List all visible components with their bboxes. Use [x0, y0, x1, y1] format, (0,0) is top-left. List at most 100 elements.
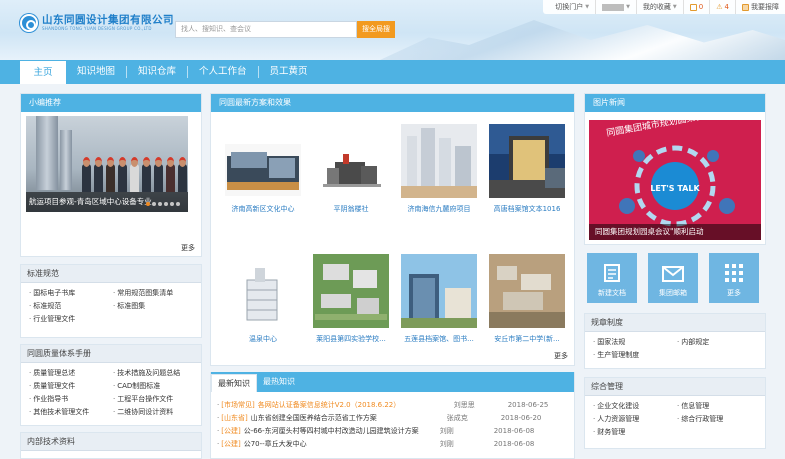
notification-b[interactable]: ⚠ 4 — [710, 0, 736, 14]
switch-portal-menu[interactable]: 切换门户 ▼ — [549, 0, 597, 14]
news-title[interactable]: 公70--章丘大发中心 — [244, 439, 440, 449]
notification-a-count: 0 — [698, 3, 704, 11]
slide-indicators — [146, 202, 180, 206]
news-title[interactable]: 山东省创建全国医养结合示范省工作方案 — [251, 413, 447, 423]
project-card[interactable]: 高唐档案馆文本1016 — [483, 124, 571, 246]
list-item[interactable]: · [公建] 公-66-东河厘头村等四村城中村改造动儿园建筑设计方案 刘刚 20… — [211, 424, 574, 437]
list-item[interactable]: 生产管理制度 — [593, 350, 677, 360]
list-item[interactable]: 国标电子书库 — [29, 288, 113, 298]
list-item[interactable]: CAD制图标准 — [113, 381, 197, 391]
list-item[interactable]: 作业指导书 — [29, 394, 113, 404]
project-card[interactable]: 温泉中心 — [219, 254, 307, 376]
switch-portal-label: 切换门户 — [555, 3, 584, 11]
project-card[interactable]: 莱阳县第四实验学校... — [307, 254, 395, 376]
banner-badge: LET'S TALK — [650, 184, 700, 193]
list-item[interactable]: 常用规范图集清单 — [113, 288, 197, 298]
news-title[interactable]: 各网站认证备案信息统计V2.0（2018.6.22） — [258, 400, 454, 410]
slide-dot[interactable] — [146, 202, 150, 206]
nav-tab-directory[interactable]: 员工黄页 — [259, 60, 319, 84]
more-tile[interactable]: 更多 — [709, 253, 759, 303]
list-item[interactable]: 工程平台操作文件 — [113, 394, 197, 404]
notification-a[interactable]: 0 — [684, 0, 711, 14]
list-item[interactable]: 财务管理 — [593, 427, 677, 437]
project-image[interactable] — [489, 254, 565, 328]
recommend-title: 小编推荐 — [21, 94, 201, 112]
project-image[interactable] — [401, 254, 477, 328]
project-image[interactable] — [225, 254, 301, 328]
main-nav: 主页 知识地图 知识仓库 个人工作台 员工黄页 — [0, 60, 785, 84]
list-item[interactable]: · [市场常见] 各网站认证备案信息统计V2.0（2018.6.22） 刘思思 … — [211, 398, 574, 411]
knowledge-list: · [市场常见] 各网站认证备案信息统计V2.0（2018.6.22） 刘思思 … — [211, 398, 574, 450]
search-button[interactable]: 搜全局搜 — [357, 21, 395, 38]
list-item[interactable]: 质量管理总述 — [29, 368, 113, 378]
news-date: 2018-06-20 — [500, 413, 542, 422]
list-item[interactable]: 信息管理 — [677, 401, 761, 411]
building-graphic — [60, 130, 72, 190]
project-image[interactable] — [225, 144, 301, 196]
slide-dot[interactable] — [158, 202, 162, 206]
list-item[interactable]: 行业管理文件 — [29, 314, 113, 324]
project-image[interactable] — [313, 124, 389, 198]
list-item[interactable]: · [公建] 公70--章丘大发中心 刘刚 2018-06-08 — [211, 437, 574, 450]
list-item[interactable]: · [山东省] 山东省创建全国医养结合示范省工作方案 张成克 2018-06-2… — [211, 411, 574, 424]
project-image[interactable] — [489, 124, 565, 198]
new-document-tile[interactable]: 新建文档 — [587, 253, 637, 303]
list-item[interactable]: 质量管理文件 — [29, 381, 113, 391]
recommend-more-link[interactable]: 更多 — [181, 243, 195, 253]
project-title[interactable]: 高唐档案馆文本1016 — [483, 204, 571, 214]
list-item[interactable]: 企业文化建设 — [593, 401, 677, 411]
list-item[interactable]: 二维协同设计资料 — [113, 407, 197, 417]
list-item[interactable]: 人力资源管理 — [593, 414, 677, 424]
nav-tab-knowledge-repo[interactable]: 知识仓库 — [127, 60, 187, 84]
list-item[interactable]: 内部规定 — [677, 337, 761, 347]
favorites-menu[interactable]: 我的收藏 ▼ — [637, 0, 684, 14]
list-item[interactable]: 标准图集 — [113, 301, 197, 311]
list-item[interactable]: 国家法规 — [593, 337, 677, 347]
latest-more-link[interactable]: 更多 — [554, 351, 568, 361]
recommend-slide-image[interactable]: 航运项目参观-青岛区域中心设备专业 — [26, 116, 188, 212]
slide-dot[interactable] — [152, 202, 156, 206]
list-item[interactable]: 技术措施及问题总结 — [113, 368, 197, 378]
project-title[interactable]: 济南海信九麓府项目 — [395, 204, 483, 214]
project-card[interactable]: 济南海信九麓府项目 — [395, 124, 483, 246]
slide-dot[interactable] — [170, 202, 174, 206]
project-title[interactable]: 温泉中心 — [219, 334, 307, 344]
project-title[interactable]: 安丘市第二中学(新... — [483, 334, 571, 344]
project-title[interactable]: 莱阳县第四实验学校... — [307, 334, 395, 344]
company-logo[interactable]: 山东同圆设计集团有限公司 SHANDONG TONG YUAN DESIGN G… — [20, 14, 174, 32]
project-card[interactable]: 平阴翁楼社 — [307, 124, 395, 246]
news-date: 2018-06-25 — [507, 400, 549, 409]
list-item[interactable]: 其他技术管理文件 — [29, 407, 113, 417]
slide-dot[interactable] — [164, 202, 168, 206]
document-icon — [604, 264, 620, 282]
bullet-icon: · — [217, 400, 220, 409]
news-title[interactable]: 公-66-东河厘头村等四村城中村改造动儿园建筑设计方案 — [244, 426, 440, 436]
list-item[interactable]: 标准规范 — [29, 301, 113, 311]
project-title[interactable]: 济南高新区文化中心 — [219, 204, 307, 214]
project-image[interactable] — [313, 254, 389, 328]
person-graphic — [178, 157, 187, 192]
search-input[interactable]: 找人、搜知识、查会议 — [175, 21, 357, 38]
tab-hot-knowledge[interactable]: 最热知识 — [257, 372, 301, 392]
tab-latest-knowledge[interactable]: 最新知识 — [211, 374, 257, 392]
project-card[interactable]: 五莲县档案馆、图书... — [395, 254, 483, 376]
nav-tab-workbench[interactable]: 个人工作台 — [188, 60, 258, 84]
nav-tab-knowledge-map[interactable]: 知识地图 — [66, 60, 126, 84]
list-item[interactable]: 综合行政管理 — [677, 414, 761, 424]
project-card[interactable]: 济南高新区文化中心 — [219, 124, 307, 246]
photo-news-caption[interactable]: 同圆集团规划园桌会议"顺利启动 — [589, 224, 761, 240]
user-menu[interactable]: ▼ — [596, 0, 637, 14]
nav-tab-home[interactable]: 主页 — [20, 61, 66, 84]
report-issue-link[interactable]: 我要报障 — [736, 0, 785, 14]
project-title[interactable]: 平阴翁楼社 — [307, 204, 395, 214]
news-date: 2018-06-08 — [493, 439, 535, 448]
project-title[interactable]: 五莲县档案馆、图书... — [395, 334, 483, 344]
photo-news-panel: 图片新闻 同圆集团城市规划圆桌会议 LET'S TALK 同圆集团规划园桌会议"… — [584, 93, 766, 245]
person-graphic — [118, 157, 127, 192]
photo-news-image[interactable]: 同圆集团城市规划圆桌会议 LET'S TALK 同圆集团规划园桌会议"顺利启动 — [589, 120, 761, 240]
site-header: 山东同圆设计集团有限公司 SHANDONG TONG YUAN DESIGN G… — [0, 0, 785, 60]
tile-label: 集团邮箱 — [659, 289, 687, 297]
slide-dot[interactable] — [176, 202, 180, 206]
project-image[interactable] — [401, 124, 477, 198]
group-mail-tile[interactable]: 集团邮箱 — [648, 253, 698, 303]
